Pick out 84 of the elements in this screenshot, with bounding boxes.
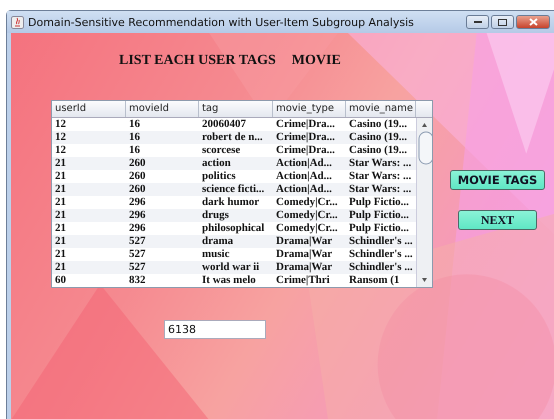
table-cell-text: 527 xyxy=(128,235,146,248)
close-icon xyxy=(528,18,538,26)
table-cell-text: Pulp Fictio... xyxy=(348,196,410,209)
table-cell-text: world war ii xyxy=(201,261,260,274)
table-cell-text: Comedy|Cr... xyxy=(275,209,339,222)
table-cell-text: 527 xyxy=(128,248,146,261)
table-cell-text: 21 xyxy=(54,157,67,170)
table-cell-text: Drama|War xyxy=(275,248,334,261)
table-cell-text: 21 xyxy=(54,183,67,196)
table-cell-text: Action|Ad... xyxy=(275,170,333,183)
table-cell-text: 21 xyxy=(54,209,67,222)
table-cell-text: Star Wars: ... xyxy=(348,157,412,170)
table-cell-text: 20060407 xyxy=(201,118,247,131)
table-cell-text: Drama|War xyxy=(275,235,334,248)
table-cell-text: Casino (19... xyxy=(348,144,408,157)
table-cell-text: Star Wars: ... xyxy=(348,183,412,196)
movie-tags-button[interactable]: MOVIE TAGS xyxy=(450,170,545,190)
table-cell-text: 527 xyxy=(128,261,146,274)
table-cell-text: philosophical xyxy=(201,222,266,235)
column-header[interactable]: userId xyxy=(52,101,126,117)
table-cell-text: Ransom (1 xyxy=(348,274,400,287)
table-cell-text: drugs xyxy=(201,209,230,222)
table-cell-text: 12 xyxy=(54,118,67,131)
column-header[interactable]: movieId xyxy=(126,101,199,117)
table-cell-text: politics xyxy=(201,170,237,183)
table-cell-text: Casino (19... xyxy=(348,118,408,131)
java-app-icon xyxy=(11,16,24,28)
table-cell-text: Pulp Fictio... xyxy=(348,222,410,235)
table-cell-text: scorcese xyxy=(201,144,242,157)
table-cell-text: 16 xyxy=(128,144,141,157)
table-cell-text: 12 xyxy=(54,144,67,157)
table-cell-text: 12 xyxy=(54,131,67,144)
table-cell-text: science ficti... xyxy=(201,183,266,196)
table-cell-text: robert de n... xyxy=(201,131,264,144)
page-heading: LIST EACH USER TAGS xyxy=(119,53,276,69)
table-cell-text: 16 xyxy=(128,118,141,131)
table-cell-text: Comedy|Cr... xyxy=(275,222,339,235)
table-cell-text: Casino (19... xyxy=(348,131,408,144)
table-cell-text: Crime|Dra... xyxy=(275,144,336,157)
maximize-button[interactable] xyxy=(491,15,514,29)
column-header[interactable]: tag xyxy=(199,101,273,117)
table-cell-text: Pulp Fictio... xyxy=(348,209,410,222)
table-cell-text: 21 xyxy=(54,248,67,261)
table-cell-text: 16 xyxy=(128,131,141,144)
table-cell-text: 21 xyxy=(54,235,67,248)
table-cell-text: 832 xyxy=(128,274,146,287)
table-cell-text: 296 xyxy=(128,209,146,222)
table-cell-text: drama xyxy=(201,235,234,248)
table-cell-text: Schindler's ... xyxy=(348,261,414,274)
close-button[interactable] xyxy=(516,15,550,29)
table-cell-text: 60 xyxy=(54,274,67,287)
table-cell-text: Crime|Dra... xyxy=(275,131,336,144)
next-button[interactable]: NEXT xyxy=(458,210,537,230)
table-cell-text: It was melo xyxy=(201,274,257,287)
table-cell-text: 21 xyxy=(54,196,67,209)
input-field[interactable]: 6138 xyxy=(164,320,266,339)
table-cell-text: music xyxy=(201,248,230,261)
table-cell-text: Crime|Dra... xyxy=(275,118,336,131)
table-cell-text: dark humor xyxy=(201,196,260,209)
column-header[interactable]: movie_name xyxy=(346,101,416,117)
table-cell-text: Schindler's ... xyxy=(348,235,414,248)
table-cell-text: 21 xyxy=(54,170,67,183)
column-header[interactable]: movie_type xyxy=(273,101,346,117)
table-cell-text: 296 xyxy=(128,222,146,235)
table-cell-text: Star Wars: ... xyxy=(348,170,412,183)
window-title: Domain-Sensitive Recommendation with User-Item Subgroup Analysis xyxy=(28,16,415,28)
table-cell-text: Crime|Thri xyxy=(275,274,331,287)
table-cell-text: 260 xyxy=(128,157,146,170)
vertical-scrollbar[interactable] xyxy=(416,118,432,287)
category-label: MOVIE xyxy=(292,53,341,69)
minimize-icon xyxy=(474,20,482,24)
table-cell-text: 260 xyxy=(128,183,146,196)
table-cell-text: Drama|War xyxy=(275,261,334,274)
table-cell-text: Comedy|Cr... xyxy=(275,196,339,209)
table-cell-text: Action|Ad... xyxy=(275,183,333,196)
table-cell-text: Action|Ad... xyxy=(275,157,333,170)
table-cell-text: 21 xyxy=(54,222,67,235)
table-cell-text: 21 xyxy=(54,261,67,274)
table-cell-text: 296 xyxy=(128,196,146,209)
minimize-button[interactable] xyxy=(466,15,489,29)
table-cell-text: 260 xyxy=(128,170,146,183)
table-cell-text: Schindler's ... xyxy=(348,248,414,261)
maximize-icon xyxy=(498,18,507,26)
table-cell-text: action xyxy=(201,157,232,170)
